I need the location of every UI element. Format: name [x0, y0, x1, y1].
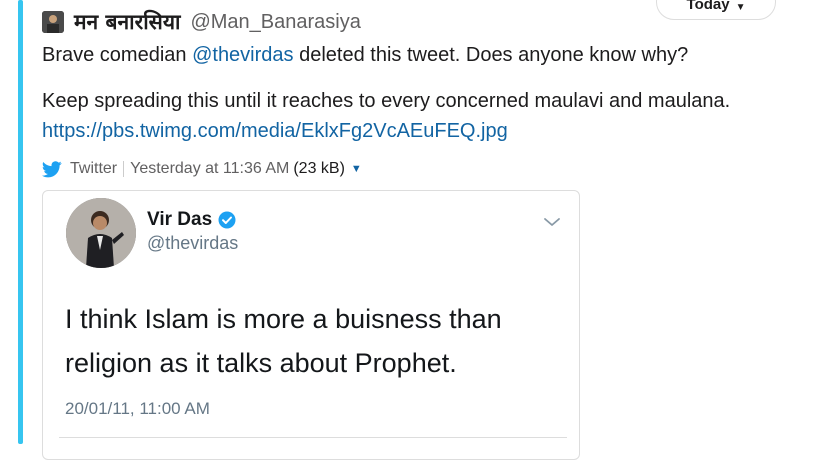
attachment-meta: Twitter Yesterday at 11:36 AM (23 kB) ▼ [42, 158, 362, 180]
tweet-text-line-1: I think Islam is more a buisness than [65, 304, 502, 334]
tweet-author-handle: @thevirdas [147, 233, 239, 253]
message-text-line-1: Brave comedian @thevirdas deleted this t… [42, 44, 688, 67]
embedded-tweet-image[interactable]: Vir Das @thevirdas I think Islam is more… [42, 190, 580, 460]
attachment-accent-bar [18, 0, 23, 444]
author-name[interactable]: मन बनारसिया [74, 8, 180, 36]
meta-separator [123, 161, 125, 177]
message-text: deleted this tweet. Does anyone know why… [293, 44, 689, 66]
message-text-line-2: Keep spreading this until it reaches to … [42, 90, 731, 112]
user-mention-link[interactable]: @thevirdas [192, 44, 293, 66]
verified-badge-icon [218, 211, 236, 229]
tweet-text-line-2: religion as it talks about Prophet. [65, 348, 457, 378]
author-handle: @Man_Banarasiya [190, 10, 361, 33]
attachment-size: (23 kB) [293, 160, 345, 177]
tweet-avatar [66, 198, 136, 268]
attachment-timestamp[interactable]: Yesterday at 11:36 AM [130, 160, 289, 178]
chevron-down-icon [541, 211, 563, 233]
caret-down-icon[interactable]: ▼ [351, 163, 362, 175]
twitter-bird-icon [42, 160, 62, 177]
chevron-down-icon: ▼ [735, 2, 746, 13]
tweet-text: I think Islam is more a buisness than re… [65, 297, 545, 385]
day-divider-label: Today [686, 0, 730, 13]
avatar[interactable] [42, 11, 64, 33]
message-text: Brave comedian [42, 44, 193, 66]
day-divider-button[interactable]: Today ▼ [656, 0, 776, 20]
tweet-author-name: Vir Das [147, 209, 236, 231]
tweet-date: 20/01/11, 11:00 AM [65, 399, 210, 418]
message-header: मन बनारसिया @Man_Banarasiya [42, 8, 361, 36]
tweet-author-name-text: Vir Das [147, 209, 213, 230]
attachment-source[interactable]: Twitter [70, 160, 117, 178]
image-link[interactable]: https://pbs.twimg.com/media/EklxFg2VcAEu… [42, 120, 508, 143]
tweet-divider [59, 437, 567, 438]
